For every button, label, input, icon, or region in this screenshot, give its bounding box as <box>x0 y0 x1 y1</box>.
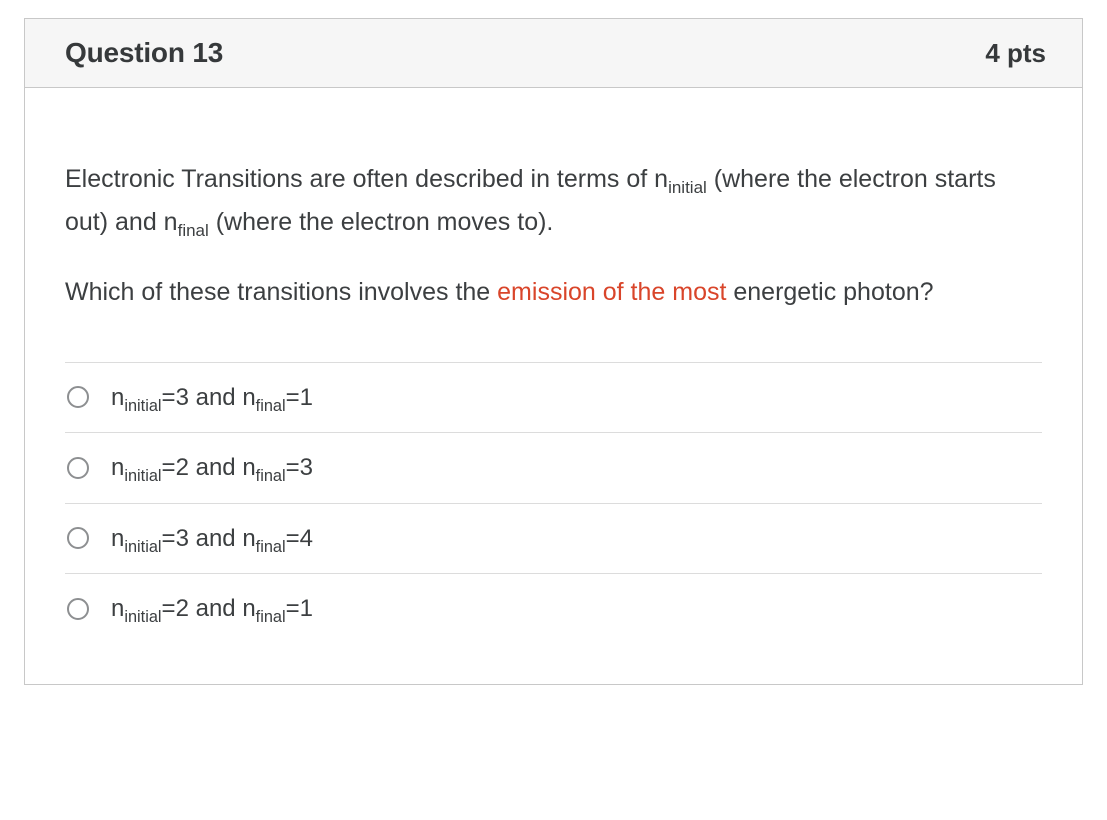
subscript-initial: initial <box>124 537 161 555</box>
subscript-initial: initial <box>124 467 161 485</box>
question-card: Question 13 4 pts Electronic Transitions… <box>24 18 1083 685</box>
question-title: Question 13 <box>65 37 223 69</box>
subscript-final: final <box>256 467 286 485</box>
answer-list: ninitial=3 and nfinal=1 ninitial=2 and n… <box>65 362 1042 644</box>
prompt-text: (where the electron moves to). <box>209 208 554 236</box>
answer-option[interactable]: ninitial=3 and nfinal=1 <box>65 362 1042 433</box>
answer-text: ninitial=3 and nfinal=4 <box>111 522 313 556</box>
radio-icon[interactable] <box>67 598 89 620</box>
prompt-text: Which of these transitions involves the <box>65 278 497 306</box>
answer-text: ninitial=3 and nfinal=1 <box>111 381 313 415</box>
prompt-paragraph-1: Electronic Transitions are often describ… <box>65 158 1042 243</box>
question-header: Question 13 4 pts <box>25 19 1082 88</box>
subscript-final: final <box>256 608 286 626</box>
subscript-final: final <box>256 537 286 555</box>
answer-text: ninitial=2 and nfinal=3 <box>111 451 313 485</box>
radio-icon[interactable] <box>67 457 89 479</box>
radio-icon[interactable] <box>67 527 89 549</box>
emphasis-text: emission of the most <box>497 278 726 306</box>
subscript-final: final <box>256 396 286 414</box>
subscript-final: final <box>178 221 209 240</box>
answer-option[interactable]: ninitial=2 and nfinal=1 <box>65 573 1042 644</box>
prompt-paragraph-2: Which of these transitions involves the … <box>65 271 1042 314</box>
prompt-text: energetic photon? <box>726 278 933 306</box>
answer-option[interactable]: ninitial=2 and nfinal=3 <box>65 432 1042 503</box>
subscript-initial: initial <box>124 396 161 414</box>
radio-icon[interactable] <box>67 386 89 408</box>
subscript-initial: initial <box>124 608 161 626</box>
answer-option[interactable]: ninitial=3 and nfinal=4 <box>65 503 1042 574</box>
subscript-initial: initial <box>668 178 707 197</box>
question-points: 4 pts <box>985 38 1046 69</box>
prompt-text: Electronic Transitions are often describ… <box>65 165 668 193</box>
question-body: Electronic Transitions are often describ… <box>25 88 1082 684</box>
answer-text: ninitial=2 and nfinal=1 <box>111 592 313 626</box>
